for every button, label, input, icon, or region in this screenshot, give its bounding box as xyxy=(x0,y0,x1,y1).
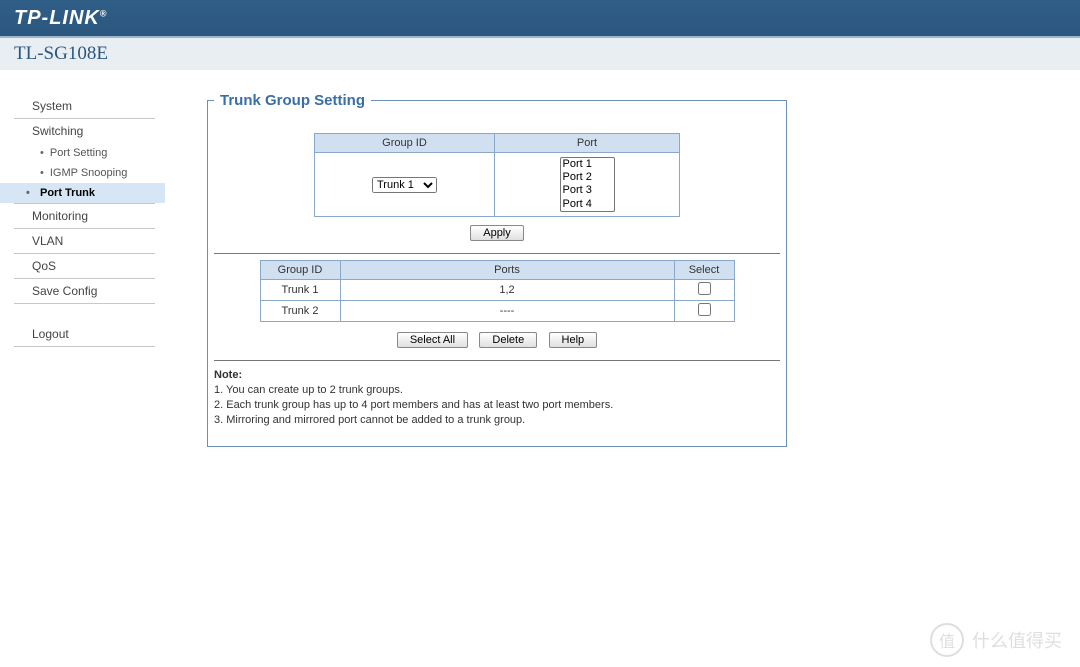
sidebar-item-monitoring[interactable]: Monitoring xyxy=(14,203,155,229)
brand-logo: TP-LINK® xyxy=(14,7,108,30)
sidebar-item-system[interactable]: System xyxy=(14,94,155,119)
port-multiselect[interactable]: Port 1 Port 2 Port 3 Port 4 xyxy=(560,157,615,212)
main-content: Trunk Group Setting Group ID Port Trunk … xyxy=(165,70,1080,667)
app-header: TP-LINK® xyxy=(0,0,1080,38)
sidebar-item-logout[interactable]: Logout xyxy=(14,322,155,347)
sidebar-item-igmp-snooping[interactable]: IGMP Snooping xyxy=(14,163,155,183)
watermark-badge-icon: 值 xyxy=(930,623,964,657)
status-header-groupid: Group ID xyxy=(260,261,340,280)
sidebar-item-port-setting[interactable]: Port Setting xyxy=(14,143,155,163)
model-bar: TL-SG108E xyxy=(0,38,1080,70)
sidebar-item-port-trunk[interactable]: Port Trunk xyxy=(0,183,165,203)
table-row: Trunk 2 ---- xyxy=(260,301,734,322)
trunk-group-fieldset: Trunk Group Setting Group ID Port Trunk … xyxy=(207,92,787,447)
divider xyxy=(214,253,780,254)
note-line: 1. You can create up to 2 trunk groups. xyxy=(214,384,780,396)
sidebar: System Switching Port Setting IGMP Snoop… xyxy=(0,70,165,667)
sidebar-item-save-config[interactable]: Save Config xyxy=(14,279,155,304)
delete-button[interactable]: Delete xyxy=(479,332,537,348)
col-header-groupid: Group ID xyxy=(315,134,495,153)
col-header-port: Port xyxy=(495,134,680,153)
status-header-select: Select xyxy=(674,261,734,280)
sidebar-item-vlan[interactable]: VLAN xyxy=(14,229,155,254)
notes-section: Note: 1. You can create up to 2 trunk gr… xyxy=(214,369,780,426)
note-label: Note: xyxy=(214,369,242,381)
model-label: TL-SG108E xyxy=(14,43,108,65)
apply-button[interactable]: Apply xyxy=(470,225,524,241)
note-line: 3. Mirroring and mirrored port cannot be… xyxy=(214,414,780,426)
status-header-ports: Ports xyxy=(340,261,674,280)
row-select-checkbox[interactable] xyxy=(698,282,711,295)
divider xyxy=(214,360,780,361)
help-button[interactable]: Help xyxy=(549,332,598,348)
trunk-setting-table: Group ID Port Trunk 1 Trunk 2 Port 1 Por… xyxy=(314,133,680,217)
table-row: Trunk 1 1,2 xyxy=(260,280,734,301)
fieldset-legend: Trunk Group Setting xyxy=(214,92,371,109)
trunk-status-table: Group ID Ports Select Trunk 1 1,2 Trunk … xyxy=(260,260,735,322)
watermark: 值 什么值得买 xyxy=(930,623,1062,657)
trunk-select[interactable]: Trunk 1 Trunk 2 xyxy=(372,177,437,193)
watermark-text: 什么值得买 xyxy=(972,627,1062,653)
note-line: 2. Each trunk group has up to 4 port mem… xyxy=(214,399,780,411)
row-select-checkbox[interactable] xyxy=(698,303,711,316)
sidebar-item-qos[interactable]: QoS xyxy=(14,254,155,279)
sidebar-item-switching[interactable]: Switching xyxy=(14,119,155,143)
select-all-button[interactable]: Select All xyxy=(397,332,468,348)
